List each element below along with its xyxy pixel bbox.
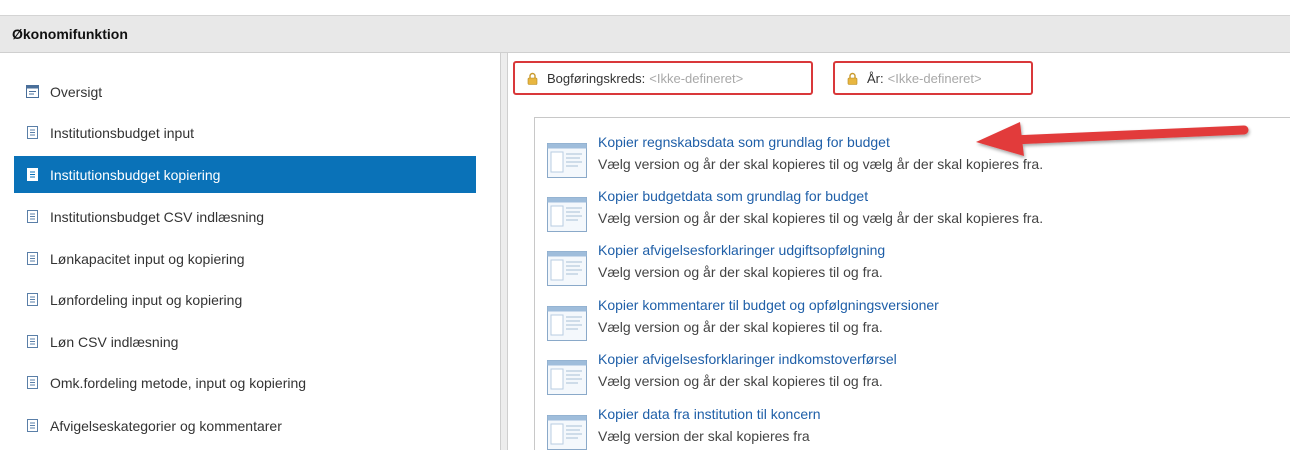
task-title-link[interactable]: Kopier budgetdata som grundlag for budge…: [598, 188, 868, 204]
main-content: Bogføringskreds: <Ikke-defineret> År: <I…: [508, 53, 1290, 450]
filter-ar[interactable]: År: <Ikke-defineret>: [833, 61, 1033, 95]
page-title: Økonomifunktion: [0, 15, 1290, 53]
document-icon: [27, 126, 38, 139]
task-description: Vælg version og år der skal kopieres til…: [598, 319, 883, 335]
sidebar-item-lonfordeling[interactable]: Lønfordeling input og kopiering: [14, 281, 476, 318]
sidebar-item-institutionsbudget-kopiering[interactable]: Institutionsbudget kopiering: [14, 156, 476, 193]
task-description: Vælg version og år der skal kopieres til…: [598, 373, 883, 389]
sidebar-item-institutionsbudget-input[interactable]: Institutionsbudget input: [14, 114, 476, 151]
document-icon: [27, 168, 38, 181]
overview-icon: [26, 85, 39, 98]
sidebar-item-oversigt[interactable]: Oversigt: [14, 73, 476, 110]
filter-value: <Ikke-defineret>: [649, 70, 744, 86]
filter-label: År:: [867, 70, 884, 86]
filter-label: Bogføringskreds:: [547, 70, 646, 86]
list-item[interactable]: Kopier data fra institution til koncern …: [547, 406, 1287, 450]
sidebar-item-label: Løn CSV indlæsning: [50, 333, 179, 350]
sidebar-item-label: Lønfordeling input og kopiering: [50, 291, 243, 308]
list-item[interactable]: Kopier afvigelsesforklaringer udgiftsopf…: [547, 242, 1287, 294]
task-list: Kopier regnskabsdata som grundlag for bu…: [534, 117, 1290, 450]
report-icon: [547, 143, 587, 178]
top-strip: [0, 0, 1290, 15]
document-icon: [27, 210, 38, 223]
sidebar-item-label: Omk.fordeling metode, input og kopiering: [50, 374, 307, 391]
task-description: Vælg version og år der skal kopieres til…: [598, 264, 883, 280]
sidebar-item-label: Lønkapacitet input og kopiering: [50, 250, 245, 267]
sidebar: Oversigt Institutionsbudget input Instit…: [0, 53, 500, 450]
report-icon: [547, 415, 587, 450]
sidebar-item-label: Oversigt: [50, 83, 103, 100]
list-item[interactable]: Kopier kommentarer til budget og opfølgn…: [547, 297, 1287, 349]
task-description: Vælg version der skal kopieres fra: [598, 428, 810, 444]
sidebar-item-label: Institutionsbudget input: [50, 124, 194, 141]
report-icon: [547, 197, 587, 232]
document-icon: [27, 419, 38, 432]
report-icon: [547, 251, 587, 286]
document-icon: [27, 335, 38, 348]
document-icon: [27, 252, 38, 265]
task-title-link[interactable]: Kopier kommentarer til budget og opfølgn…: [598, 297, 939, 313]
red-arrow-icon: [976, 122, 1249, 156]
task-title-link[interactable]: Kopier data fra institution til koncern: [598, 406, 821, 422]
pane-splitter[interactable]: [500, 53, 508, 450]
lock-icon: [847, 72, 858, 85]
sidebar-item-omk-fordeling[interactable]: Omk.fordeling metode, input og kopiering: [14, 364, 476, 401]
sidebar-item-label: Institutionsbudget CSV indlæsning: [50, 208, 265, 225]
list-item[interactable]: Kopier afvigelsesforklaringer indkomstov…: [547, 351, 1287, 403]
filter-value: <Ikke-defineret>: [887, 70, 982, 86]
sidebar-item-afvigelseskategorier[interactable]: Afvigelseskategorier og kommentarer: [14, 407, 476, 444]
task-title-link[interactable]: Kopier regnskabsdata som grundlag for bu…: [598, 134, 890, 150]
report-icon: [547, 360, 587, 395]
document-icon: [27, 376, 38, 389]
lock-icon: [527, 72, 538, 85]
filter-bogforingskreds[interactable]: Bogføringskreds: <Ikke-defineret>: [513, 61, 813, 95]
sidebar-item-label: Institutionsbudget kopiering: [50, 166, 221, 183]
list-item[interactable]: Kopier budgetdata som grundlag for budge…: [547, 188, 1287, 240]
task-title-link[interactable]: Kopier afvigelsesforklaringer indkomstov…: [598, 351, 897, 367]
document-icon: [27, 293, 38, 306]
task-description: Vælg version og år der skal kopieres til…: [598, 210, 1044, 226]
sidebar-item-label: Afvigelseskategorier og kommentarer: [50, 417, 282, 434]
sidebar-item-institutionsbudget-csv[interactable]: Institutionsbudget CSV indlæsning: [14, 198, 476, 235]
sidebar-item-lon-csv[interactable]: Løn CSV indlæsning: [14, 323, 476, 360]
task-title-link[interactable]: Kopier afvigelsesforklaringer udgiftsopf…: [598, 242, 885, 258]
report-icon: [547, 306, 587, 341]
sidebar-item-lonkapacitet[interactable]: Lønkapacitet input og kopiering: [14, 240, 476, 277]
